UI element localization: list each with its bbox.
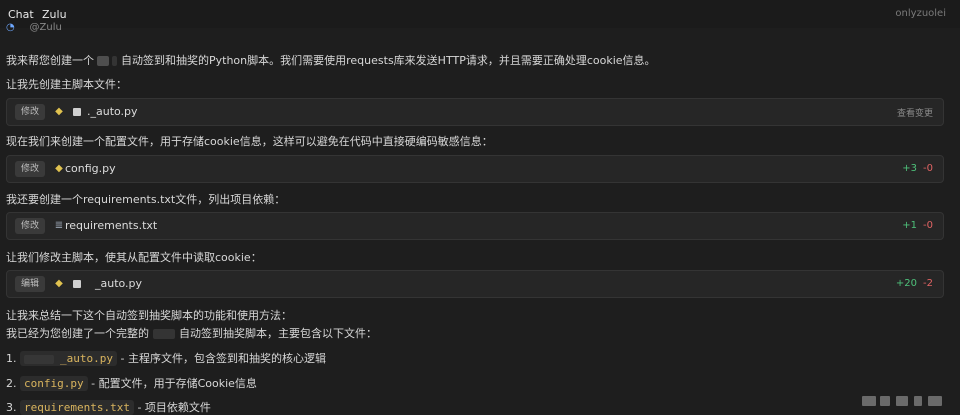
step-1-text: 让我先创建主脚本文件： bbox=[6, 78, 127, 91]
summary-title: 让我来总结一下这个自动签到抽奖脚本的功能和使用方法： bbox=[6, 309, 292, 322]
list-item: 1. _auto.py - 主程序文件，包含签到和抽奖的核心逻辑 bbox=[6, 350, 326, 366]
assistant-header: ◔ @Zulu bbox=[6, 22, 62, 36]
change-type-tag: 编辑 bbox=[15, 276, 46, 292]
python-file-icon: ◆ bbox=[55, 163, 63, 174]
list-item: 3. requirements.txt - 项目依赖文件 bbox=[6, 399, 211, 415]
tab-chat[interactable]: Chat bbox=[8, 8, 34, 21]
assistant-avatar-icon: ◔ bbox=[6, 22, 15, 33]
lines-removed: -0 bbox=[923, 163, 933, 174]
watermark-block bbox=[862, 396, 876, 406]
watermark-block bbox=[880, 396, 890, 406]
summary-before: 我已经为您创建了一个完整的 bbox=[6, 327, 149, 340]
step-3-text: 我还要创建一个requirements.txt文件，列出项目依赖： bbox=[6, 193, 286, 206]
redacted-block bbox=[112, 56, 117, 66]
redacted-block bbox=[73, 280, 81, 288]
list-number: 2. bbox=[6, 377, 17, 390]
view-changes-button[interactable]: 查看变更 bbox=[897, 106, 933, 119]
watermark-block bbox=[914, 396, 922, 406]
diff-stats: +1 -0 bbox=[902, 220, 933, 231]
file-change-card[interactable]: 修改 ≣ requirements.txt +1 -0 bbox=[6, 212, 944, 240]
file-name: config.py bbox=[65, 162, 116, 175]
watermark-block bbox=[928, 396, 942, 406]
redacted-block bbox=[73, 108, 81, 116]
list-number: 3. bbox=[6, 401, 17, 414]
python-file-icon: ◆ bbox=[55, 106, 63, 117]
python-file-icon: ◆ bbox=[55, 278, 63, 289]
change-type-tag: 修改 bbox=[15, 218, 46, 234]
intro-after: 自动签到和抽奖的Python脚本。我们需要使用requests库来发送HTTP请… bbox=[121, 54, 656, 67]
intro-before: 我来帮您创建一个 bbox=[6, 54, 94, 67]
list-desc: - 项目依赖文件 bbox=[137, 401, 211, 414]
user-name: onlyzuolei bbox=[895, 8, 946, 19]
list-desc: - 配置文件，用于存储Cookie信息 bbox=[91, 377, 257, 390]
change-type-tag: 修改 bbox=[15, 161, 46, 177]
file-change-card[interactable]: 修改 ◆ config.py +3 -0 bbox=[6, 155, 944, 183]
code-text: _auto.py bbox=[60, 352, 113, 365]
lines-added: +1 bbox=[902, 220, 918, 231]
summary-text: 我已经为您创建了一个完整的 自动签到抽奖脚本，主要包含以下文件： bbox=[6, 325, 377, 341]
diff-stats: +3 -0 bbox=[902, 163, 933, 174]
diff-stats: +20 -2 bbox=[896, 278, 933, 289]
file-name: ._auto.py bbox=[87, 105, 138, 118]
watermark bbox=[862, 394, 950, 408]
watermark-block bbox=[896, 396, 908, 406]
redacted-block bbox=[24, 354, 54, 364]
tab-zulu[interactable]: Zulu bbox=[42, 8, 67, 21]
file-change-card[interactable]: 编辑 ◆ _auto.py +20 -2 bbox=[6, 270, 944, 298]
lines-removed: -0 bbox=[923, 220, 933, 231]
inline-code: requirements.txt bbox=[20, 400, 134, 415]
list-desc: - 主程序文件，包含签到和抽奖的核心逻辑 bbox=[120, 352, 326, 365]
summary-after: 自动签到抽奖脚本，主要包含以下文件： bbox=[179, 327, 377, 340]
intro-text: 我来帮您创建一个 自动签到和抽奖的Python脚本。我们需要使用requests库… bbox=[6, 52, 656, 68]
step-2-text: 现在我们来创建一个配置文件，用于存储cookie信息，这样可以避免在代码中直接硬… bbox=[6, 135, 493, 148]
redacted-block bbox=[153, 329, 175, 339]
text-file-icon: ≣ bbox=[54, 220, 64, 231]
change-type-tag: 修改 bbox=[15, 104, 46, 120]
list-item: 2. config.py - 配置文件，用于存储Cookie信息 bbox=[6, 375, 257, 391]
lines-added: +3 bbox=[902, 163, 918, 174]
lines-added: +20 bbox=[895, 278, 918, 289]
file-change-card[interactable]: 修改 ◆ ._auto.py 查看变更 bbox=[6, 98, 944, 126]
lines-removed: -2 bbox=[923, 278, 933, 289]
redacted-block bbox=[97, 56, 109, 66]
file-name: _auto.py bbox=[95, 277, 143, 290]
top-bar: Chat Zulu onlyzuolei bbox=[0, 0, 960, 28]
file-name: requirements.txt bbox=[65, 219, 158, 232]
inline-code: _auto.py bbox=[20, 351, 117, 366]
list-number: 1. bbox=[6, 352, 17, 365]
inline-code: config.py bbox=[20, 376, 88, 391]
step-4-text: 让我们修改主脚本，使其从配置文件中读取cookie： bbox=[6, 251, 262, 264]
assistant-handle: @Zulu bbox=[29, 22, 62, 33]
